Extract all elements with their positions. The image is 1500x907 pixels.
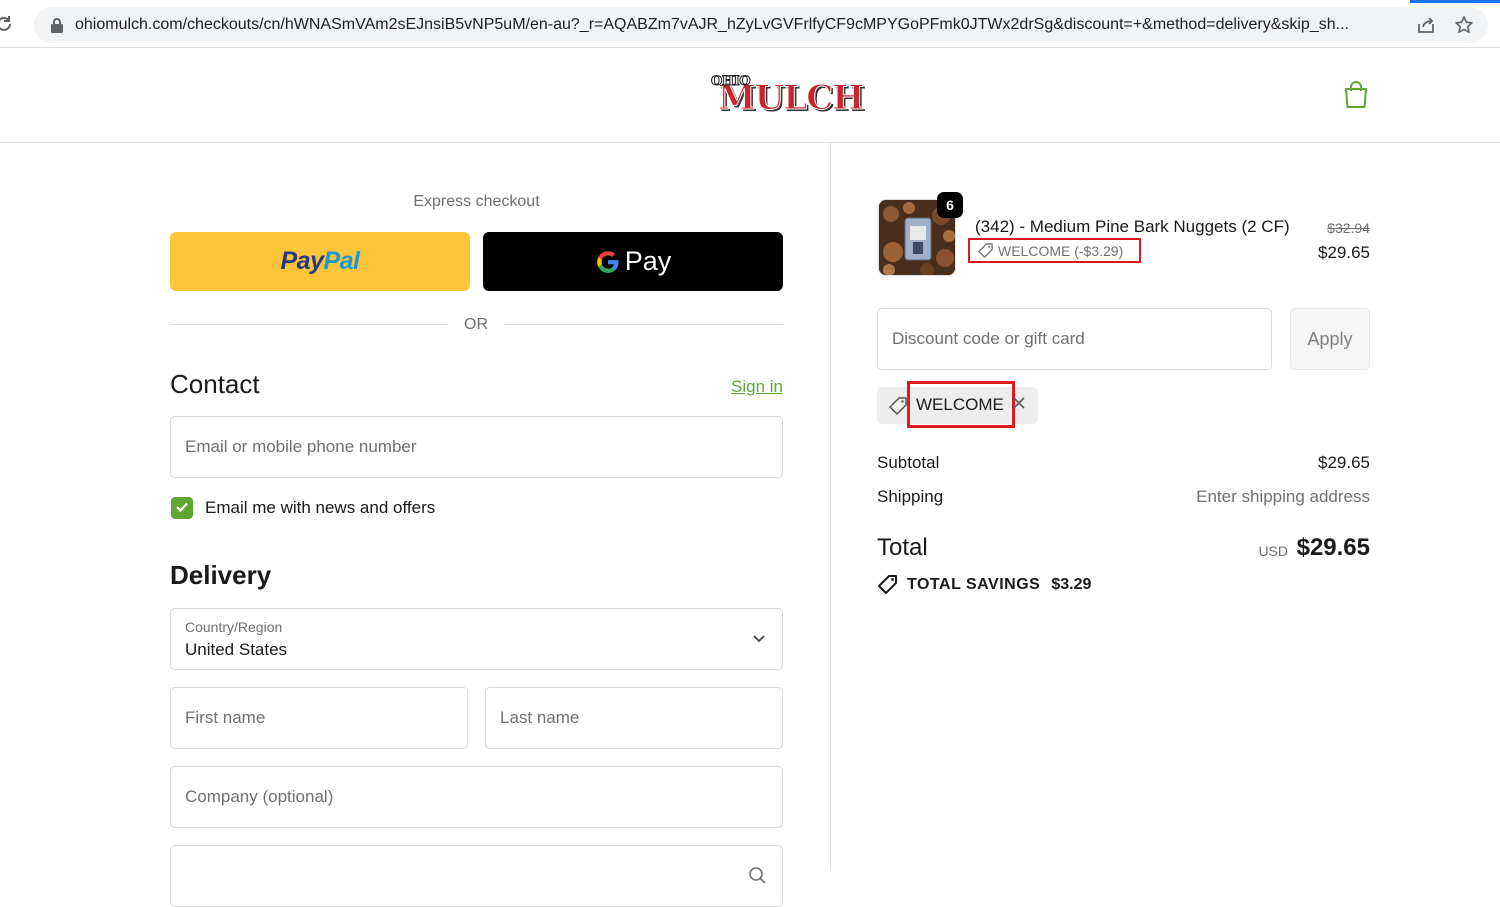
shipping-label: Shipping [877,487,944,506]
google-pay-button[interactable]: Pay [483,232,783,291]
country-label: Country/Region [185,619,283,635]
discount-placeholder: Discount code or gift card [892,329,1085,348]
company-placeholder: Company (optional) [185,787,334,806]
shipping-value: Enter shipping address [1196,487,1370,506]
item-discount-text: WELCOME (-$3.29) [998,242,1124,259]
tab-accent [1410,0,1500,3]
newsletter-label: Email me with news and offers [205,498,436,517]
share-icon[interactable] [1416,16,1436,34]
total-value: $29.65 [1296,534,1370,561]
item-price: $29.65 [1318,243,1370,262]
contact-heading: Contact [170,369,260,399]
delivery-heading: Delivery [170,560,272,590]
browser-toolbar: ohiomulch.com/checkouts/cn/hWNASmVAm2sEJ… [0,0,1500,48]
newsletter-checkbox[interactable] [171,497,193,519]
express-checkout-label: Express checkout [413,193,540,210]
lock-icon[interactable] [50,17,64,33]
discount-code-input[interactable]: Discount code or gift card [877,308,1272,370]
url-text[interactable]: ohiomulch.com/checkouts/cn/hWNASmVAm2sEJ… [75,16,1405,34]
company-field[interactable]: Company (optional) [170,766,783,828]
email-field[interactable]: Email or mobile phone number [170,416,783,478]
search-icon [749,867,766,884]
first-name-field[interactable]: First name [170,687,468,749]
shopping-bag-icon[interactable] [1343,81,1369,109]
product-name: (342) - Medium Pine Bark Nuggets (2 CF) [975,217,1290,236]
sign-in-link[interactable]: Sign in [731,377,783,397]
total-label: Total [877,534,928,561]
item-discount-tag: WELCOME (-$3.29) [968,238,1141,263]
google-g-icon [596,250,619,273]
ohio-mulch-logo[interactable]: MULCH OHIO [708,72,864,119]
tag-icon [978,243,993,258]
checkmark-icon [176,502,188,513]
email-placeholder: Email or mobile phone number [185,437,417,456]
site-header: MULCH OHIO [0,48,1500,143]
country-value: United States [185,640,288,659]
divider-line [170,324,447,325]
savings-value: $3.29 [1051,575,1092,593]
savings-label: TOTAL SAVINGS [907,575,1041,593]
reload-icon[interactable] [0,14,14,34]
applied-code-text: WELCOME [916,395,1004,414]
paypal-button[interactable]: PayPal [170,232,470,291]
last-name-placeholder: Last name [500,708,580,727]
total-currency: USD [1258,543,1288,559]
country-select[interactable]: Country/Region United States [170,608,783,670]
paypal-logo: PayPal [280,247,360,275]
bookmark-star-icon[interactable] [1454,15,1474,35]
tag-icon [889,397,907,415]
remove-discount-close-icon[interactable] [1011,395,1027,411]
address-bar[interactable]: ohiomulch.com/checkouts/cn/hWNASmVAm2sEJ… [34,7,1488,43]
first-name-placeholder: First name [185,708,266,727]
divider-line [505,324,783,325]
google-pay-label: Pay [624,246,672,276]
subtotal-label: Subtotal [877,453,940,472]
column-divider [830,143,831,871]
logo-top-text: OHIO [710,74,751,90]
subtotal-value: $29.65 [1318,453,1370,472]
quantity-badge: 6 [937,192,963,218]
chevron-down-icon [753,635,765,643]
last-name-field[interactable]: Last name [485,687,783,749]
total-savings-row: TOTAL SAVINGS $3.29 [877,574,1091,595]
address-field[interactable] [170,845,783,907]
savings-tag-icon [878,575,897,594]
or-separator: OR [464,316,488,333]
apply-discount-button[interactable]: Apply [1290,308,1370,370]
compare-at-price: $32.94 [1327,220,1370,236]
